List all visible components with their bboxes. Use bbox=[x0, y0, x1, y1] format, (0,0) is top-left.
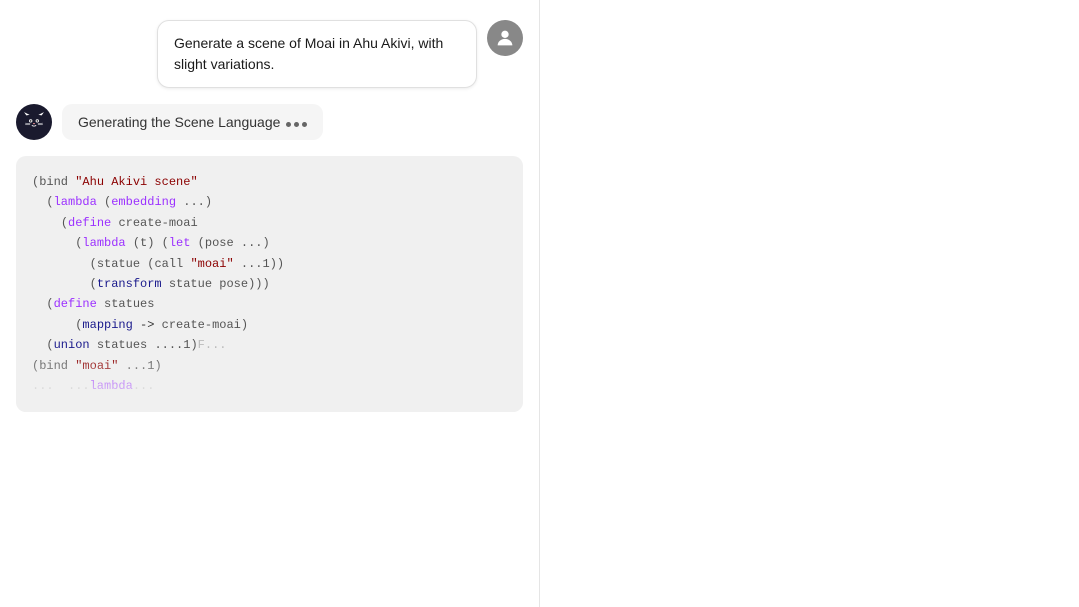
code-line-3: (define create-moai bbox=[32, 213, 507, 233]
right-panel bbox=[540, 0, 1079, 607]
code-line-11: ... ...lambda... bbox=[32, 376, 507, 396]
avatar bbox=[487, 20, 523, 56]
assistant-message-row: Generating the Scene Language bbox=[16, 104, 523, 140]
code-line-4: (lambda (t) (let (pose ...) bbox=[32, 233, 507, 253]
user-message-text: Generate a scene of Moai in Ahu Akivi, w… bbox=[174, 35, 443, 72]
code-line-9: (union statues ....1)F... bbox=[32, 335, 507, 355]
code-line-5: (statue (call "moai" ...1)) bbox=[32, 254, 507, 274]
generating-bubble: Generating the Scene Language bbox=[62, 104, 323, 140]
user-message-row: Generate a scene of Moai in Ahu Akivi, w… bbox=[16, 20, 523, 88]
user-bubble: Generate a scene of Moai in Ahu Akivi, w… bbox=[157, 20, 477, 88]
dot-2 bbox=[294, 122, 299, 127]
code-line-7: (define statues bbox=[32, 294, 507, 314]
code-line-1: (bind "Ahu Akivi scene" bbox=[32, 172, 507, 192]
assistant-avatar bbox=[16, 104, 52, 140]
code-line-8: (mapping -> create-moai) bbox=[32, 315, 507, 335]
code-line-10: (bind "moai" ...1) bbox=[32, 356, 507, 376]
dot-1 bbox=[286, 122, 291, 127]
code-line-2: (lambda (embedding ...) bbox=[32, 192, 507, 212]
dots bbox=[286, 122, 307, 127]
generating-label: Generating the Scene Language bbox=[78, 114, 280, 130]
generating-dots bbox=[286, 114, 307, 130]
chat-panel: Generate a scene of Moai in Ahu Akivi, w… bbox=[0, 0, 540, 607]
dot-3 bbox=[302, 122, 307, 127]
code-line-6: (transform statue pose))) bbox=[32, 274, 507, 294]
code-block: (bind "Ahu Akivi scene" (lambda (embeddi… bbox=[16, 156, 523, 412]
